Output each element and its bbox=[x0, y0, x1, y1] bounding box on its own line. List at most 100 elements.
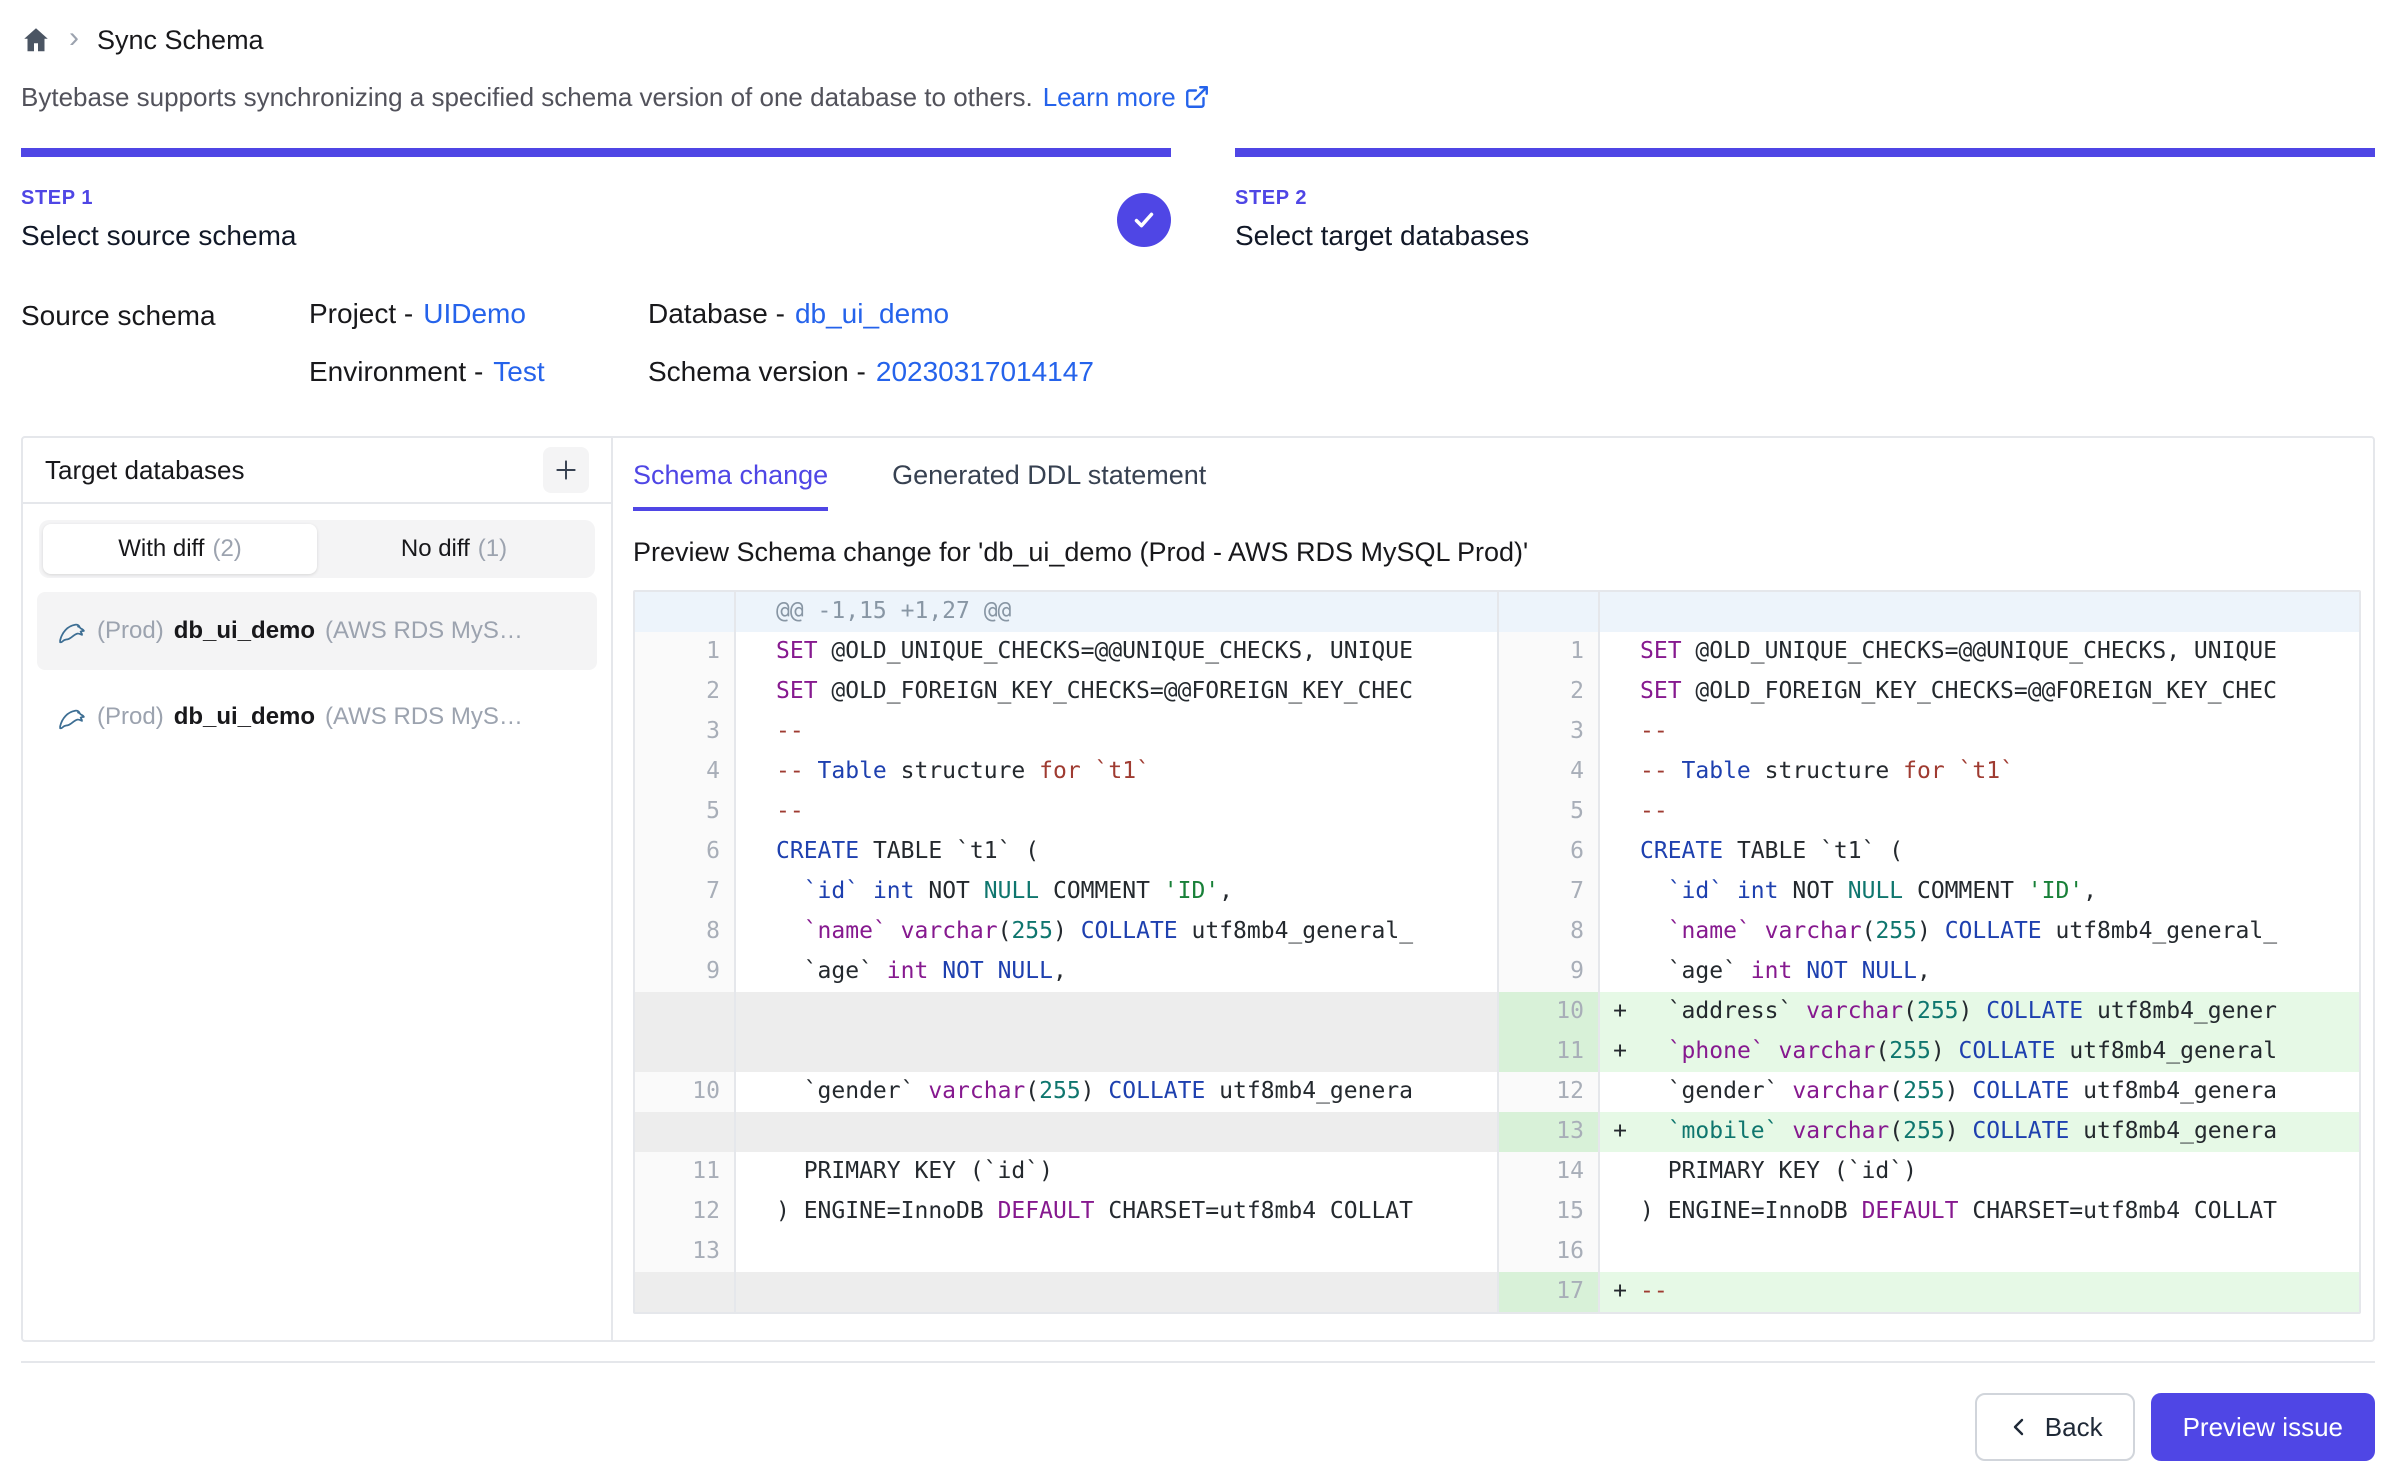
code-line: ) ENGINE=InnoDB DEFAULT CHARSET=utf8mb4 … bbox=[1640, 1192, 2359, 1232]
project-link[interactable]: UIDemo bbox=[423, 298, 526, 330]
code-line: @@ -1,15 +1,27 @@ bbox=[776, 592, 1497, 632]
diff-marker bbox=[736, 1032, 776, 1072]
diff-marker bbox=[1600, 1192, 1640, 1232]
diff-marker bbox=[736, 1072, 776, 1112]
diff-row: 10 `gender` varchar(255) COLLATE utf8mb4… bbox=[635, 1072, 2359, 1112]
diff-marker bbox=[736, 632, 776, 672]
database-link[interactable]: db_ui_demo bbox=[795, 298, 949, 330]
line-number: 1 bbox=[635, 632, 736, 672]
diff-hunk-header: @@ -1,15 +1,27 @@ bbox=[635, 592, 2359, 632]
preview-tabs: Schema change Generated DDL statement bbox=[633, 460, 2361, 511]
diff-marker bbox=[736, 1152, 776, 1192]
target-db-item[interactable]: (Prod)db_ui_demo(AWS RDS MyS… bbox=[37, 592, 597, 670]
code-line bbox=[776, 992, 1497, 1032]
code-line: SET @OLD_UNIQUE_CHECKS=@@UNIQUE_CHECKS, … bbox=[1640, 632, 2359, 672]
line-number bbox=[1499, 592, 1600, 632]
diff-marker bbox=[1600, 632, 1640, 672]
diff-row: 2SET @OLD_FOREIGN_KEY_CHECKS=@@FOREIGN_K… bbox=[635, 672, 2359, 712]
diff-row: 12 ) ENGINE=InnoDB DEFAULT CHARSET=utf8mb… bbox=[635, 1192, 2359, 1232]
home-icon[interactable] bbox=[21, 25, 51, 55]
diff-marker: + bbox=[1600, 1032, 1640, 1072]
stepper: STEP 1 Select source schema STEP 2 Selec… bbox=[21, 148, 2375, 252]
code-line: `gender` varchar(255) COLLATE utf8mb4_ge… bbox=[1640, 1072, 2359, 1112]
db-instance: (AWS RDS MyS… bbox=[325, 617, 523, 645]
step-1-progress-bar bbox=[21, 148, 1171, 157]
diff-marker bbox=[1600, 792, 1640, 832]
code-line: `phone` varchar(255) COLLATE utf8mb4_gen… bbox=[1640, 1032, 2359, 1072]
breadcrumb-current: Sync Schema bbox=[97, 25, 264, 56]
breadcrumb: › Sync Schema bbox=[21, 18, 2375, 62]
schema-version-link[interactable]: 20230317014147 bbox=[876, 356, 1094, 388]
diff-marker bbox=[736, 712, 776, 752]
line-number: 4 bbox=[1499, 752, 1600, 792]
code-line: SET @OLD_FOREIGN_KEY_CHECKS=@@FOREIGN_KE… bbox=[776, 672, 1497, 712]
diff-marker bbox=[736, 672, 776, 712]
diff-row: 4-- Table structure for `t1`4-- Table st… bbox=[635, 752, 2359, 792]
back-button[interactable]: Back bbox=[1975, 1393, 2135, 1461]
line-number: 7 bbox=[1499, 872, 1600, 912]
diff-marker bbox=[1600, 1232, 1640, 1272]
target-db-item[interactable]: (Prod)db_ui_demo(AWS RDS MyS… bbox=[37, 678, 597, 756]
diff-marker bbox=[736, 992, 776, 1032]
step-1-label: STEP 1 bbox=[21, 187, 1171, 210]
field-project: Project - UIDemo bbox=[309, 298, 648, 330]
diff-row: 6CREATE TABLE `t1` (6CREATE TABLE `t1` ( bbox=[635, 832, 2359, 872]
diff-row: 1316 bbox=[635, 1232, 2359, 1272]
code-line: `age` int NOT NULL, bbox=[776, 952, 1497, 992]
source-schema-label: Source schema bbox=[21, 298, 309, 388]
code-line: CREATE TABLE `t1` ( bbox=[1640, 832, 2359, 872]
db-environment: (Prod) bbox=[97, 703, 164, 731]
code-line: `id` int NOT NULL COMMENT 'ID', bbox=[1640, 872, 2359, 912]
tab-no-diff[interactable]: No diff (1) bbox=[317, 524, 591, 574]
step-1-check-icon bbox=[1117, 193, 1171, 247]
diff-row: 5--5-- bbox=[635, 792, 2359, 832]
code-line: -- bbox=[1640, 712, 2359, 752]
line-number: 15 bbox=[1499, 1192, 1600, 1232]
diff-marker bbox=[736, 1272, 776, 1312]
environment-link[interactable]: Test bbox=[493, 356, 544, 388]
page-description: Bytebase supports synchronizing a specif… bbox=[21, 80, 2375, 114]
tab-schema-change[interactable]: Schema change bbox=[633, 460, 828, 511]
line-number: 14 bbox=[1499, 1152, 1600, 1192]
code-line: SET @OLD_UNIQUE_CHECKS=@@UNIQUE_CHECKS, … bbox=[776, 632, 1497, 672]
tab-with-diff[interactable]: With diff (2) bbox=[43, 524, 317, 574]
line-number bbox=[635, 1032, 736, 1072]
footer-actions: Back Preview issue bbox=[21, 1393, 2375, 1461]
db-instance: (AWS RDS MyS… bbox=[325, 703, 523, 731]
diff-marker bbox=[1600, 832, 1640, 872]
code-line: -- Table structure for `t1` bbox=[1640, 752, 2359, 792]
line-number: 13 bbox=[635, 1232, 736, 1272]
add-target-database-button[interactable] bbox=[543, 447, 589, 493]
line-number: 6 bbox=[635, 832, 736, 872]
code-line: `id` int NOT NULL COMMENT 'ID', bbox=[776, 872, 1497, 912]
main-panel: Target databases With diff (2) No diff (… bbox=[21, 436, 2375, 1342]
line-number: 9 bbox=[1499, 952, 1600, 992]
code-line: `mobile` varchar(255) COLLATE utf8mb4_ge… bbox=[1640, 1112, 2359, 1152]
diff-marker bbox=[1600, 712, 1640, 752]
db-environment: (Prod) bbox=[97, 617, 164, 645]
line-number: 5 bbox=[635, 792, 736, 832]
footer-divider bbox=[21, 1361, 2375, 1363]
line-number: 17 bbox=[1499, 1272, 1600, 1312]
learn-more-link[interactable]: Learn more bbox=[1043, 80, 1210, 114]
external-link-icon bbox=[1184, 84, 1210, 110]
diff-row: 1 SET @OLD_UNIQUE_CHECKS=@@UNIQUE_CHECKS,… bbox=[635, 632, 2359, 672]
preview-title: Preview Schema change for 'db_ui_demo (P… bbox=[633, 537, 2361, 568]
tab-generated-ddl[interactable]: Generated DDL statement bbox=[892, 460, 1206, 511]
code-line: -- bbox=[776, 792, 1497, 832]
code-line: PRIMARY KEY (`id`) bbox=[776, 1152, 1497, 1192]
line-number: 3 bbox=[1499, 712, 1600, 752]
preview-issue-button[interactable]: Preview issue bbox=[2151, 1393, 2375, 1461]
schema-diff-view: @@ -1,15 +1,27 @@ 1 SET @OLD_UNIQUE_CHECKS… bbox=[633, 590, 2361, 1314]
source-schema-summary: Source schema Project - UIDemo Database … bbox=[21, 298, 2375, 388]
diff-marker: + bbox=[1600, 992, 1640, 1032]
line-number: 12 bbox=[635, 1192, 736, 1232]
field-schema-version: Schema version - 20230317014147 bbox=[648, 356, 1094, 388]
field-database: Database - db_ui_demo bbox=[648, 298, 1094, 330]
line-number bbox=[635, 1272, 736, 1312]
diff-row: 11 PRIMARY KEY (`id`)14 PRIMARY KEY (`id… bbox=[635, 1152, 2359, 1192]
diff-marker: + bbox=[1600, 1272, 1640, 1312]
line-number: 3 bbox=[635, 712, 736, 752]
schema-preview-panel: Schema change Generated DDL statement Pr… bbox=[613, 438, 2373, 1340]
line-number: 8 bbox=[635, 912, 736, 952]
